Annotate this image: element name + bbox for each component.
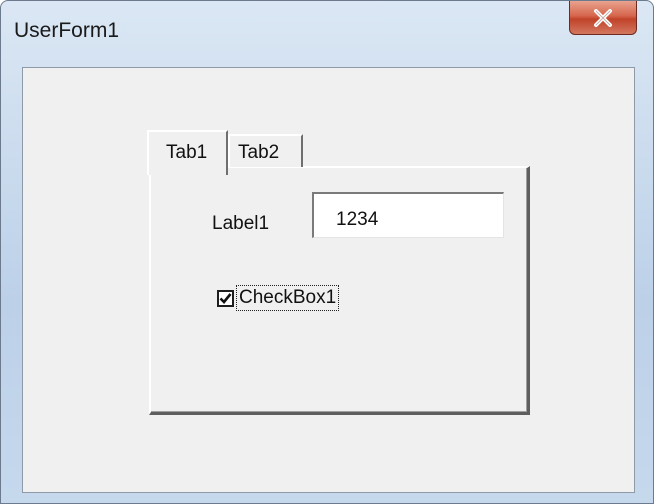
userform-window: UserForm1 Tab1 Tab2 Label1 Chec xyxy=(0,0,654,504)
close-button[interactable] xyxy=(569,1,637,35)
tab-label: Tab2 xyxy=(238,142,280,163)
window-title: UserForm1 xyxy=(14,19,120,42)
checkbox-box[interactable] xyxy=(217,289,234,307)
textbox1[interactable] xyxy=(312,192,504,238)
tab-label: Tab1 xyxy=(166,142,208,163)
form-client-area: Tab1 Tab2 Label1 CheckBox1 xyxy=(22,67,635,493)
tab-tab1[interactable]: Tab1 xyxy=(147,130,228,175)
tab-tab2[interactable]: Tab2 xyxy=(228,134,303,167)
checkbox-label: CheckBox1 xyxy=(236,285,340,311)
label1: Label1 xyxy=(212,213,270,234)
checkmark-icon xyxy=(219,292,232,304)
close-x-icon xyxy=(594,8,612,27)
checkbox1[interactable]: CheckBox1 xyxy=(217,285,340,311)
title-bar[interactable]: UserForm1 xyxy=(1,1,653,65)
tab-page-1: Label1 CheckBox1 xyxy=(149,166,530,415)
